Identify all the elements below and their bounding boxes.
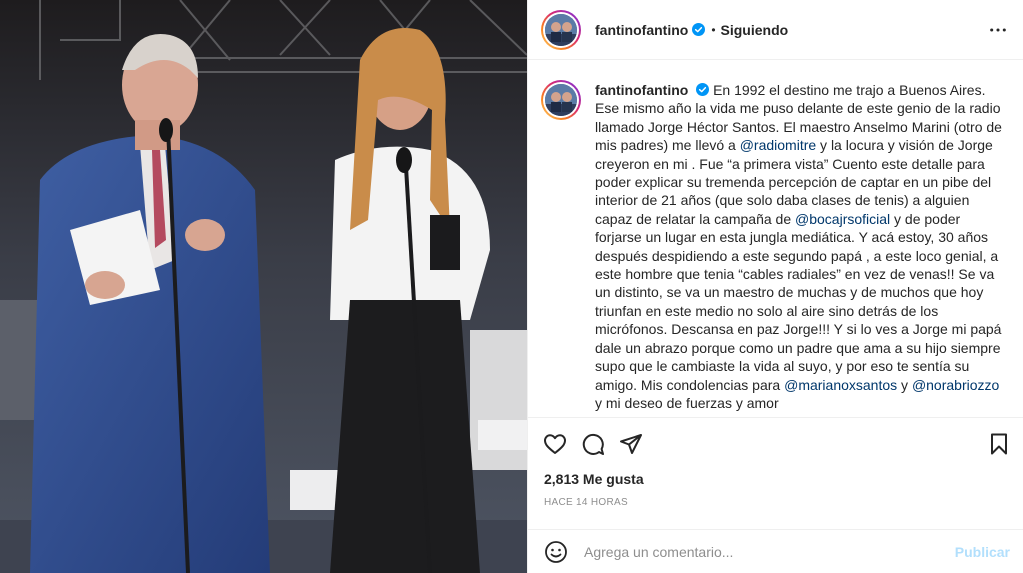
comment-icon[interactable] [580,431,606,457]
caption-text-segment: y [897,376,912,393]
verified-badge-icon [696,83,710,96]
header-separator: • [711,22,716,37]
heart-icon[interactable] [542,431,568,457]
more-options-icon[interactable] [988,20,1008,40]
mention-link[interactable]: @radiomitre [740,137,816,153]
bookmark-icon[interactable] [986,431,1012,457]
emoji-icon[interactable] [544,540,568,564]
publish-button[interactable]: Publicar [955,544,1010,560]
caption-text: fantinofantino En 1992 el destino me tra… [595,81,1008,416]
profile-avatar[interactable] [541,9,581,50]
mention-link[interactable]: @marianoxsantos [784,377,897,393]
caption-text-segment: y mi deseo de fuerzas y amor [595,394,779,411]
actions-bar [528,417,1023,467]
post-header: fantinofantino • Siguiendo [528,0,1023,60]
mention-link[interactable]: @norabriozzo [912,377,999,393]
post-side-panel: fantinofantino • Siguiendo fantinofantin… [527,0,1023,573]
mention-link[interactable]: @bocajrsoficial [795,211,890,227]
likes-count[interactable]: 2,813 Me gusta [544,471,644,487]
avatar-image [545,84,577,116]
paper-plane-icon[interactable] [618,431,644,457]
caption-body: En 1992 el destino me trajo a Buenos Air… [595,82,1002,411]
comment-input[interactable] [584,543,954,560]
caption-username[interactable]: fantinofantino [595,82,688,98]
post-photo [0,0,527,573]
caption-text-segment: y de poder forjarse un lugar en esta jun… [595,210,1002,393]
post-timestamp[interactable]: HACE 14 HORAS [544,497,628,508]
stage-photo-illustration [0,0,527,573]
avatar-image [545,13,577,46]
comment-bar: Publicar [528,529,1023,573]
header-username[interactable]: fantinofantino [595,22,688,38]
instagram-post-modal: fantinofantino • Siguiendo fantinofantin… [0,0,1023,573]
caption-avatar[interactable] [541,80,581,120]
verified-badge-icon [692,23,706,36]
following-button[interactable]: Siguiendo [721,22,789,38]
caption-section: fantinofantino En 1992 el destino me tra… [528,61,1023,416]
